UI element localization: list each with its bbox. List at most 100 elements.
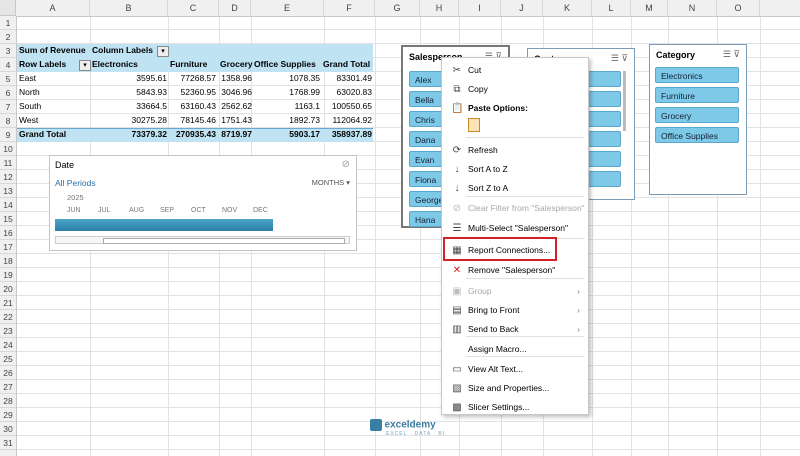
- menu-item-remove-salesperson[interactable]: ✕ Remove "Salesperson": [442, 261, 588, 280]
- column-header-I[interactable]: I: [459, 0, 501, 16]
- column-header-E[interactable]: E: [251, 0, 324, 16]
- pivot-cell[interactable]: 100550.65: [302, 100, 372, 113]
- customer-scrollbar[interactable]: [623, 71, 626, 131]
- row-header-3[interactable]: 3: [0, 44, 16, 58]
- column-header-A[interactable]: A: [16, 0, 90, 16]
- row-header-29[interactable]: 29: [0, 408, 16, 422]
- category-item[interactable]: Office Supplies: [655, 127, 739, 143]
- category-item[interactable]: Electronics: [655, 67, 739, 83]
- menu-item-copy[interactable]: ⧉ Copy: [442, 80, 588, 99]
- customer-item-6[interactable]: [588, 171, 621, 187]
- menu-item-multi-select-salesperson[interactable]: ☰ Multi-Select "Salesperson": [442, 219, 588, 238]
- pivot-cell[interactable]: 83301.49: [302, 72, 372, 85]
- timeline-bar[interactable]: [55, 219, 273, 231]
- timeline-level-select[interactable]: MONTHS ▾: [312, 178, 350, 187]
- column-header-C[interactable]: C: [168, 0, 219, 16]
- column-labels-filter-button[interactable]: ▾: [157, 46, 169, 57]
- row-header-9[interactable]: 9: [0, 128, 16, 142]
- pivot-cell[interactable]: 1358.96: [182, 72, 252, 85]
- row-header-20[interactable]: 20: [0, 282, 16, 296]
- category-item[interactable]: Grocery: [655, 107, 739, 123]
- menu-item-assign-macro[interactable]: Assign Macro...: [442, 340, 588, 359]
- menu-item-sort-z-to-a[interactable]: ↓ Sort Z to A: [442, 179, 588, 198]
- customer-item-1[interactable]: [588, 71, 621, 87]
- row-header-6[interactable]: 6: [0, 86, 16, 100]
- row-header-22[interactable]: 22: [0, 310, 16, 324]
- menu-item-sort-a-to-z[interactable]: ↓ Sort A to Z: [442, 160, 588, 179]
- customer-item-5[interactable]: [588, 151, 621, 167]
- timeline-scrollbar[interactable]: [55, 236, 350, 244]
- scrollbar-thumb[interactable]: [103, 238, 345, 244]
- row-header-31[interactable]: 31: [0, 436, 16, 450]
- menu-item-send-to-back[interactable]: ▥ Send to Back ›: [442, 320, 588, 339]
- filter-icon[interactable]: ⊽: [621, 53, 628, 63]
- row-header-16[interactable]: 16: [0, 226, 16, 240]
- multiselect-icon[interactable]: ☰: [611, 53, 619, 63]
- customer-item-4[interactable]: [588, 131, 621, 147]
- column-header-O[interactable]: O: [717, 0, 760, 16]
- row-header-26[interactable]: 26: [0, 366, 16, 380]
- menu-item-size-and-properties[interactable]: ▧ Size and Properties...: [442, 379, 588, 398]
- column-header-B[interactable]: B: [90, 0, 168, 16]
- row-header-14[interactable]: 14: [0, 198, 16, 212]
- timeline-month[interactable]: SEP: [160, 207, 174, 214]
- row-header-12[interactable]: 12: [0, 170, 16, 184]
- column-header-M[interactable]: M: [631, 0, 668, 16]
- clear-filter-icon[interactable]: ⊘: [342, 159, 350, 170]
- row-header-4[interactable]: 4: [0, 58, 16, 72]
- customer-item-3[interactable]: [588, 111, 621, 127]
- row-header-8[interactable]: 8: [0, 114, 16, 128]
- menu-item-bring-to-front[interactable]: ▤ Bring to Front ›: [442, 301, 588, 320]
- row-header-23[interactable]: 23: [0, 324, 16, 338]
- column-header-N[interactable]: N: [668, 0, 717, 16]
- pivot-total-cell[interactable]: 8719.97: [182, 128, 252, 141]
- column-header-D[interactable]: D: [219, 0, 251, 16]
- timeline-month[interactable]: JUN: [67, 207, 81, 214]
- pivot-cell[interactable]: 2562.62: [182, 100, 252, 113]
- row-header-7[interactable]: 7: [0, 100, 16, 114]
- multiselect-icon[interactable]: ☰: [723, 49, 731, 59]
- row-header-5[interactable]: 5: [0, 72, 16, 86]
- row-header-19[interactable]: 19: [0, 268, 16, 282]
- row-header-15[interactable]: 15: [0, 212, 16, 226]
- timeline-month[interactable]: JUL: [98, 207, 110, 214]
- pivot-cell[interactable]: 63020.83: [302, 86, 372, 99]
- column-header-G[interactable]: G: [375, 0, 420, 16]
- category-slicer[interactable]: Category ☰ ⊽ Electronics Furniture Grocery…: [649, 44, 747, 195]
- row-header-30[interactable]: 30: [0, 422, 16, 436]
- timeline-month[interactable]: NOV: [222, 207, 237, 214]
- row-header-13[interactable]: 13: [0, 184, 16, 198]
- row-header-24[interactable]: 24: [0, 338, 16, 352]
- column-header-J[interactable]: J: [501, 0, 543, 16]
- category-item[interactable]: Furniture: [655, 87, 739, 103]
- customer-item-2[interactable]: [588, 91, 621, 107]
- row-header-21[interactable]: 21: [0, 296, 16, 310]
- column-header-K[interactable]: K: [543, 0, 592, 16]
- timeline-month[interactable]: AUG: [129, 207, 144, 214]
- column-header-H[interactable]: H: [420, 0, 459, 16]
- pivot-cell[interactable]: 1751.43: [182, 114, 252, 127]
- column-header-L[interactable]: L: [592, 0, 631, 16]
- row-header-10[interactable]: 10: [0, 142, 16, 156]
- pivot-total-cell[interactable]: 358937.89: [302, 128, 372, 141]
- row-header-28[interactable]: 28: [0, 394, 16, 408]
- filter-icon[interactable]: ⊽: [733, 49, 740, 59]
- row-header-18[interactable]: 18: [0, 254, 16, 268]
- date-timeline[interactable]: Date ⊘ All Periods MONTHS ▾ 2025 JUN JUL A…: [49, 155, 357, 251]
- pivot-cell[interactable]: 3046.96: [182, 86, 252, 99]
- row-header-11[interactable]: 11: [0, 156, 16, 170]
- select-all-corner[interactable]: [0, 0, 16, 16]
- pivot-cell[interactable]: 112064.92: [302, 114, 372, 127]
- menu-item-paste-options[interactable]: 📋 Paste Options:: [442, 99, 588, 118]
- timeline-month[interactable]: DEC: [253, 207, 268, 214]
- row-header-1[interactable]: 1: [0, 16, 16, 30]
- row-header-27[interactable]: 27: [0, 380, 16, 394]
- menu-item-cut[interactable]: ✂ Cut: [442, 61, 588, 80]
- menu-item-slicer-settings[interactable]: ▩ Slicer Settings...: [442, 398, 588, 417]
- row-header-2[interactable]: 2: [0, 30, 16, 44]
- row-header-17[interactable]: 17: [0, 240, 16, 254]
- menu-item-view-alt-text[interactable]: ▭ View Alt Text...: [442, 360, 588, 379]
- timeline-month[interactable]: OCT: [191, 207, 206, 214]
- menu-item-refresh[interactable]: ⟳ Refresh: [442, 141, 588, 160]
- row-labels-filter-button[interactable]: ▾: [79, 60, 91, 71]
